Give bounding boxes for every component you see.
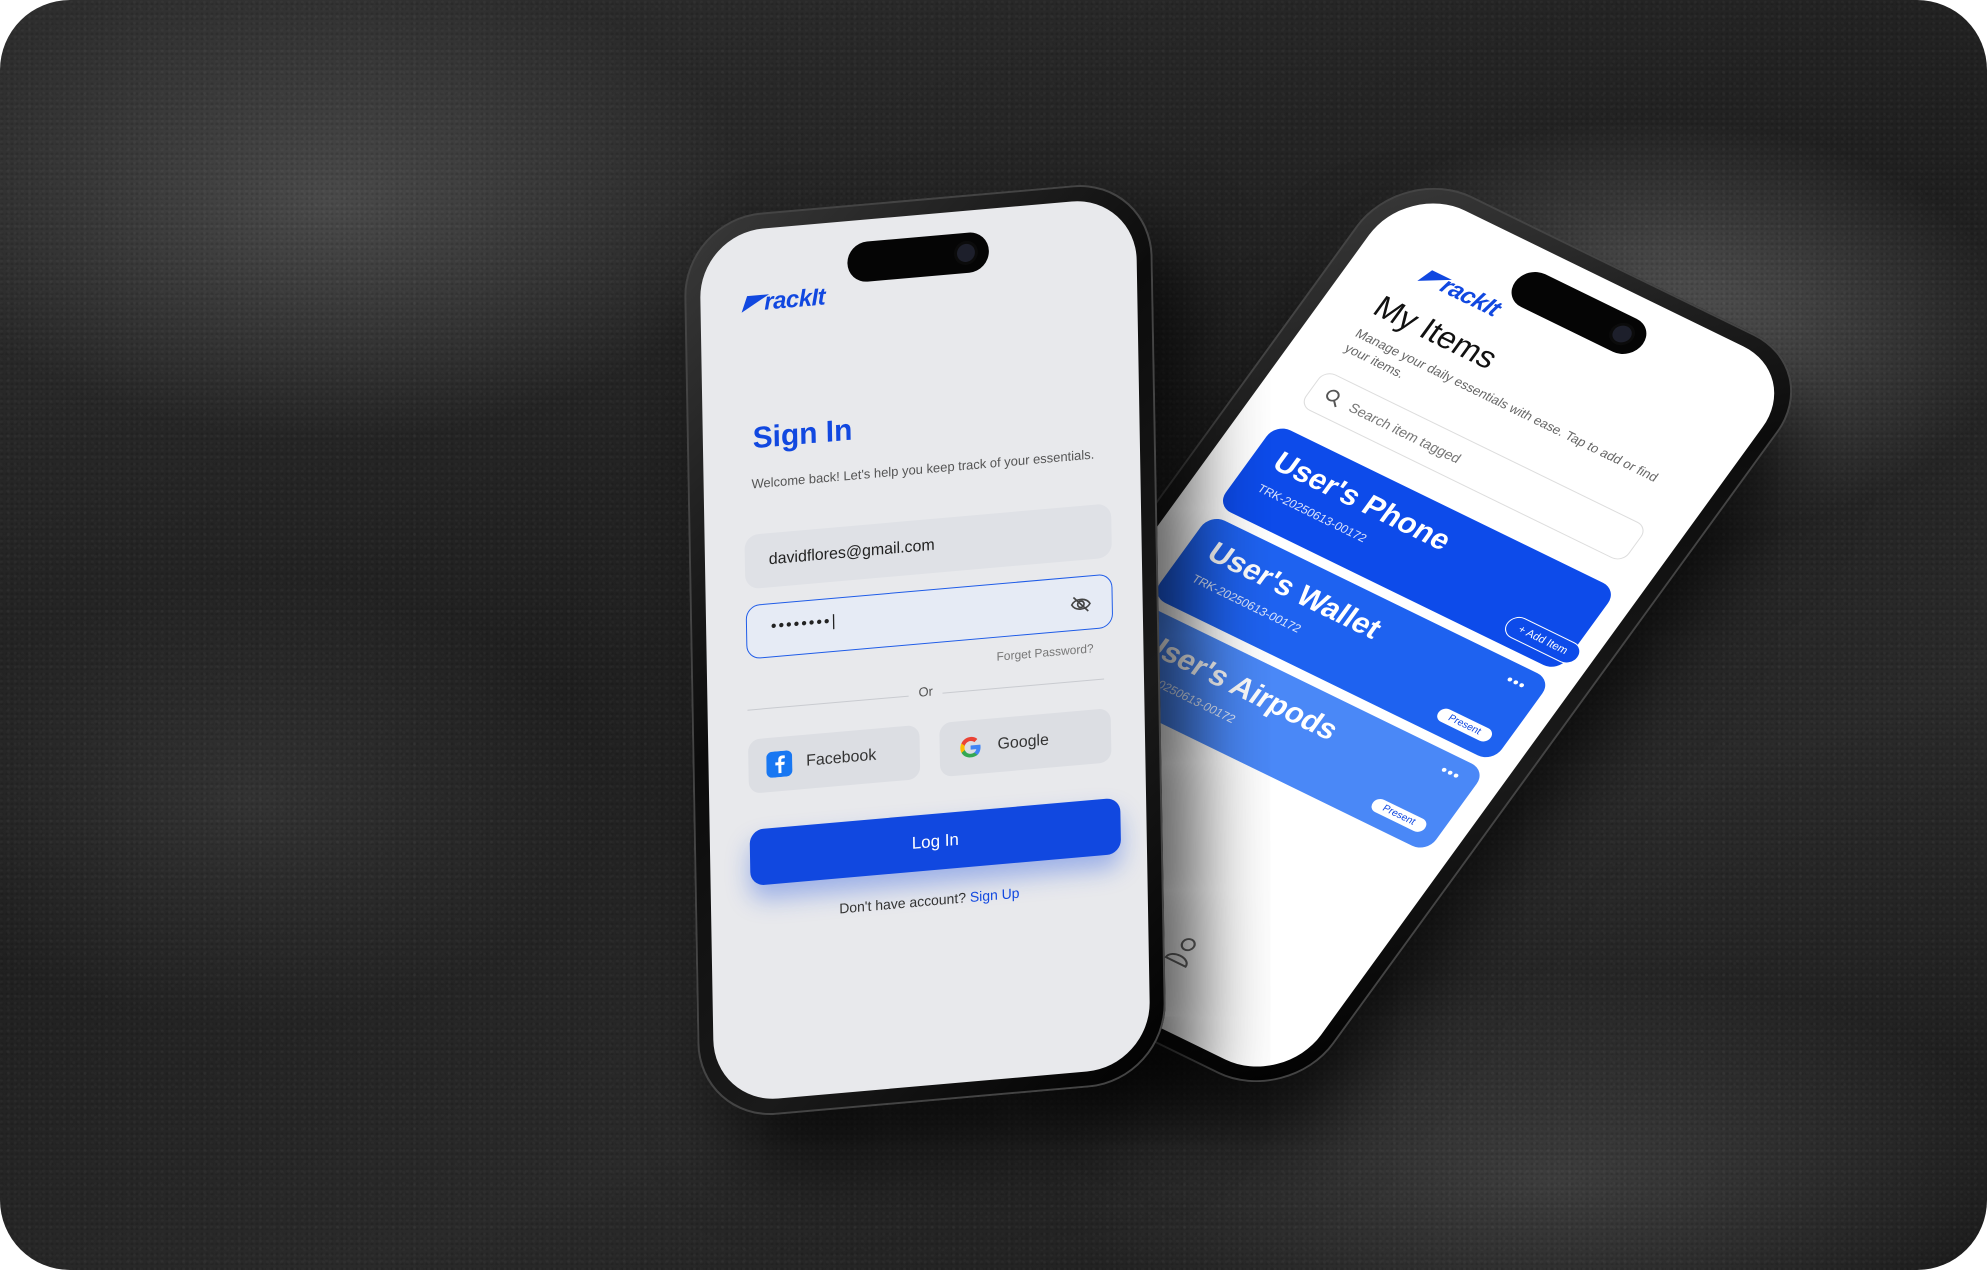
or-label: Or: [908, 682, 944, 701]
dynamic-island: [847, 230, 990, 284]
user-icon[interactable]: [1163, 932, 1205, 970]
eye-off-icon[interactable]: [1070, 592, 1092, 616]
no-account-text: Don't have account?: [839, 889, 967, 917]
login-button[interactable]: Log In: [749, 797, 1122, 887]
password-value: ••••••••|: [770, 612, 838, 636]
phone-sign-in: rackIt Sign In Welcome back! Let's help …: [683, 178, 1167, 1122]
status-badge: Present: [1367, 796, 1430, 835]
search-icon: [1326, 389, 1340, 408]
status-badge: Present: [1433, 705, 1496, 744]
facebook-label: Facebook: [806, 746, 877, 770]
background-photo: rackIt My Items Manage your daily essent…: [0, 0, 1987, 1270]
google-label: Google: [997, 731, 1050, 754]
page-title: Sign In: [752, 413, 853, 456]
search-placeholder: Search item tagged: [1345, 399, 1465, 467]
forget-password-link[interactable]: Forget Password?: [996, 641, 1093, 664]
google-button[interactable]: Google: [939, 708, 1112, 778]
google-icon: [960, 736, 981, 758]
facebook-button[interactable]: Facebook: [747, 724, 921, 794]
signup-link[interactable]: Sign Up: [970, 885, 1020, 905]
more-options-icon[interactable]: •••: [1436, 762, 1464, 785]
email-field[interactable]: davidflores@gmail.com: [744, 503, 1112, 590]
email-value: davidflores@gmail.com: [768, 536, 935, 569]
more-options-icon[interactable]: •••: [1501, 672, 1530, 695]
trackit-logo: rackIt: [741, 283, 825, 318]
sign-in-screen: rackIt Sign In Welcome back! Let's help …: [699, 195, 1151, 1105]
dynamic-island: [1503, 265, 1655, 361]
facebook-icon: [766, 750, 793, 778]
